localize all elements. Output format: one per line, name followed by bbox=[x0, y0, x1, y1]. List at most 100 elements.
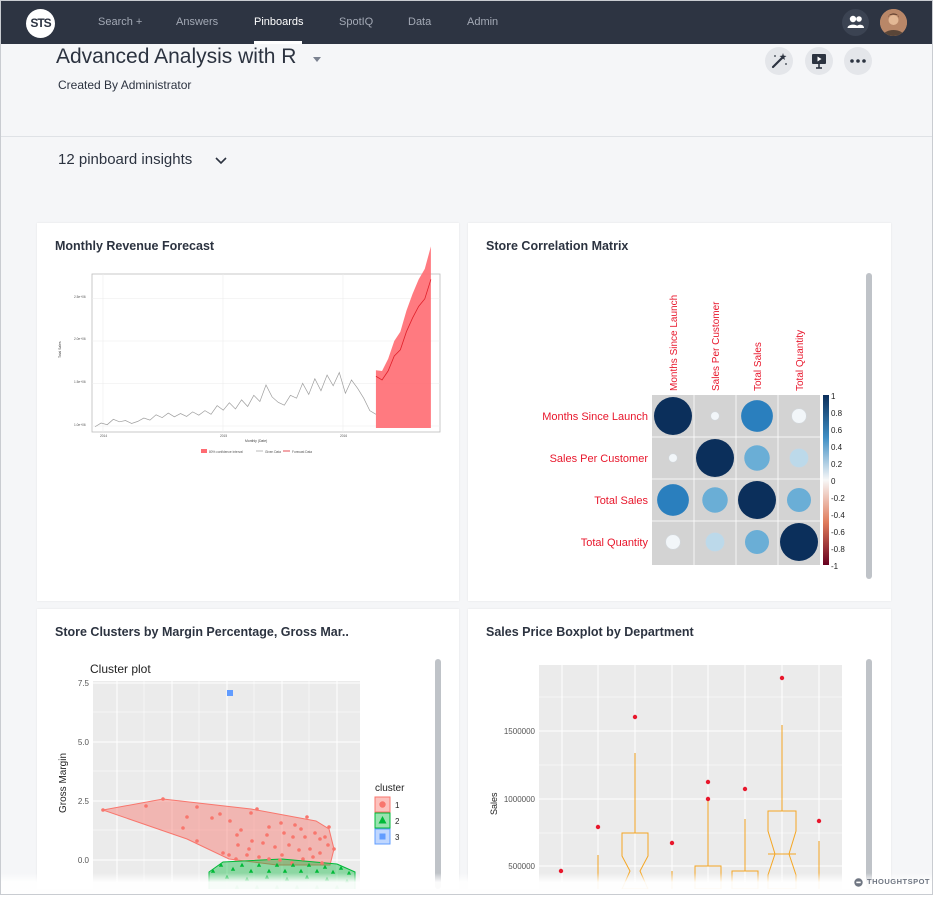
cluster-1-point bbox=[323, 835, 327, 839]
cluster-1-point bbox=[280, 853, 284, 857]
cluster-1-point bbox=[282, 831, 286, 835]
cluster-1-point bbox=[303, 835, 307, 839]
card-store-clusters[interactable]: Store Clusters by Margin Percentage, Gro… bbox=[37, 609, 459, 889]
cluster-1-point bbox=[287, 843, 291, 847]
people-icon[interactable] bbox=[842, 9, 869, 36]
cluster-1-point bbox=[245, 853, 249, 857]
magic-wand-icon bbox=[771, 53, 787, 69]
y-tick-label: 2.5 bbox=[78, 797, 90, 806]
cluster-1-point bbox=[318, 837, 322, 841]
color-bar-tick-label: -0.2 bbox=[831, 494, 845, 503]
nav-item-admin[interactable]: Admin bbox=[467, 1, 498, 44]
column-label: Sales Per Customer bbox=[711, 301, 722, 391]
card-scrollbar[interactable] bbox=[866, 273, 872, 579]
row-label: Total Sales bbox=[594, 495, 648, 507]
row-label: Sales Per Customer bbox=[550, 453, 649, 465]
boxplot-chart: 1500000 1000000 500000 Sales bbox=[489, 665, 842, 889]
cluster-1-point bbox=[144, 804, 148, 808]
thoughtspot-logo-icon bbox=[854, 878, 863, 887]
correlation-cell bbox=[710, 411, 720, 421]
present-icon bbox=[812, 54, 826, 69]
legend-title: cluster bbox=[375, 783, 405, 794]
cluster-1-point bbox=[181, 826, 185, 830]
cluster-1-point bbox=[318, 851, 322, 855]
cluster-1-point bbox=[265, 833, 269, 837]
cluster-1-point bbox=[293, 823, 297, 827]
correlation-cell bbox=[780, 523, 818, 561]
y-tick-label: 7.5 bbox=[78, 679, 90, 688]
card-sales-price-boxplot[interactable]: Sales Price Boxplot by Department 150000… bbox=[468, 609, 891, 889]
correlation-cell bbox=[705, 532, 725, 552]
column-label: Months Since Launch bbox=[669, 295, 680, 391]
nav-item-data[interactable]: Data bbox=[408, 1, 431, 44]
color-bar-tick-label: 0.6 bbox=[831, 426, 843, 435]
more-options-button[interactable] bbox=[844, 47, 872, 75]
y-tick-label: 5.0 bbox=[78, 738, 90, 747]
chevron-down-icon[interactable] bbox=[214, 156, 228, 166]
cluster-1-point bbox=[297, 848, 301, 852]
cluster-1-point bbox=[221, 851, 225, 855]
correlation-cell bbox=[702, 487, 728, 513]
x-tick-label: 2015 bbox=[220, 434, 227, 438]
nav-item-search[interactable]: Search + bbox=[98, 1, 142, 44]
color-bar-tick-label: -0.8 bbox=[831, 545, 845, 554]
forecast-chart: 2.5e+06 2.0e+06 1.5e+06 1.0e+06 2014 201… bbox=[58, 246, 441, 454]
cluster-1-point bbox=[235, 833, 239, 837]
cluster-1-point bbox=[236, 843, 240, 847]
legend-label: Forecast Data bbox=[292, 450, 312, 454]
present-button[interactable] bbox=[805, 47, 833, 75]
top-nav: STS Search + Answers Pinboards SpotIQ Da… bbox=[1, 1, 932, 44]
legend-marker bbox=[379, 801, 386, 808]
logo[interactable]: STS bbox=[26, 9, 55, 38]
y-tick-label: 500000 bbox=[508, 862, 535, 871]
row-label: Months Since Launch bbox=[542, 411, 648, 423]
y-tick-label: 1000000 bbox=[504, 795, 536, 804]
cluster-1-point bbox=[227, 853, 231, 857]
color-bar-tick-label: 0 bbox=[831, 477, 836, 486]
nav-item-spotiq[interactable]: SpotIQ bbox=[339, 1, 373, 44]
y-tick-label: 2.0e+06 bbox=[74, 337, 86, 341]
title-dropdown-caret-icon[interactable] bbox=[313, 57, 321, 62]
color-bar-tick-label: 0.4 bbox=[831, 443, 843, 452]
cluster-1-point bbox=[311, 855, 315, 859]
footer-brand: THOUGHTSPOT bbox=[867, 877, 930, 886]
correlation-cell bbox=[786, 487, 812, 513]
nav-item-pinboards[interactable]: Pinboards bbox=[254, 1, 304, 44]
cluster-1-point bbox=[273, 845, 277, 849]
correlation-chart: Months Since Launch Sales Per Customer T… bbox=[542, 295, 845, 571]
legend-swatch-band bbox=[201, 449, 207, 453]
color-bar-tick-label: 0.2 bbox=[831, 460, 843, 469]
column-label: Total Sales bbox=[753, 342, 764, 391]
correlation-cell bbox=[654, 397, 692, 435]
plot-panel bbox=[539, 665, 842, 889]
correlation-cell bbox=[789, 448, 809, 468]
y-axis-label: Total Sales bbox=[58, 341, 62, 358]
correlation-cell bbox=[665, 534, 681, 550]
cluster-1-point bbox=[305, 815, 309, 819]
y-tick-label: 2.5e+06 bbox=[74, 295, 86, 299]
magic-wand-button[interactable] bbox=[765, 47, 793, 75]
cluster-1-point bbox=[332, 847, 336, 851]
y-tick-label: 1.0e+06 bbox=[74, 423, 86, 427]
nav-item-answers[interactable]: Answers bbox=[176, 1, 218, 44]
cluster-1-point bbox=[301, 857, 305, 861]
cluster-1-point bbox=[308, 847, 312, 851]
cluster-1-point bbox=[195, 839, 199, 843]
cluster-1-point bbox=[218, 812, 222, 816]
correlation-cell bbox=[744, 445, 770, 471]
legend-label: 2 bbox=[395, 817, 400, 826]
more-icon bbox=[850, 59, 866, 63]
user-avatar[interactable] bbox=[880, 9, 907, 36]
correlation-cell bbox=[657, 484, 689, 516]
footer bbox=[1, 873, 932, 894]
cluster-1-point bbox=[320, 861, 324, 865]
card-scrollbar[interactable] bbox=[866, 659, 872, 889]
legend-marker bbox=[379, 833, 386, 840]
insights-toggle[interactable]: 12 pinboard insights bbox=[58, 151, 192, 168]
app-window: STS Search + Answers Pinboards SpotIQ Da… bbox=[0, 0, 933, 895]
correlation-cell bbox=[791, 408, 807, 424]
card-store-correlation-matrix[interactable]: Store Correlation Matrix Months Since La… bbox=[468, 223, 891, 601]
card-monthly-revenue-forecast[interactable]: Monthly Revenue Forecast 2.5e+06 2.0e+06… bbox=[37, 223, 459, 601]
cluster-1-point bbox=[291, 835, 295, 839]
card-scrollbar[interactable] bbox=[435, 659, 441, 889]
